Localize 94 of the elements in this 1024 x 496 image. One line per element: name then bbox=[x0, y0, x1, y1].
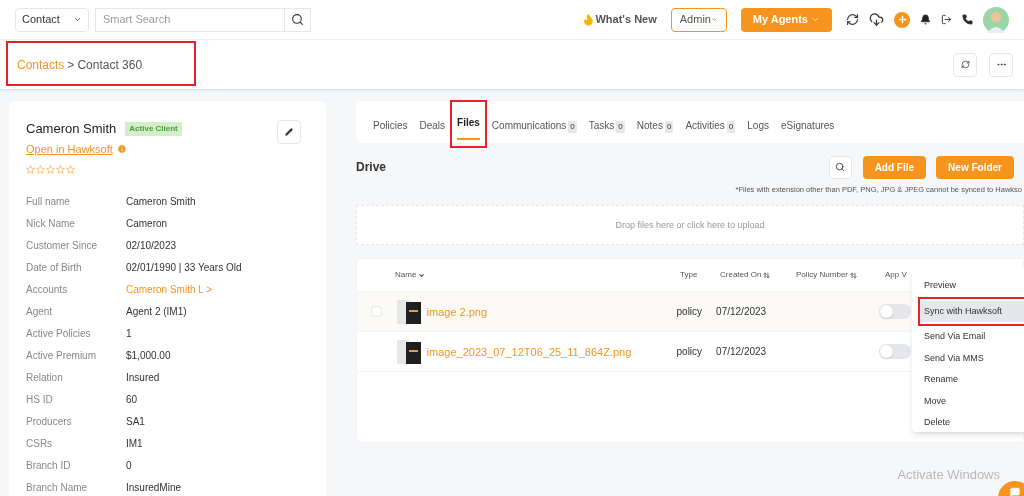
field-value: Cameron Smith bbox=[126, 194, 196, 209]
pencil-icon bbox=[285, 128, 293, 136]
search-field[interactable]: Smart Search bbox=[95, 7, 285, 32]
field-value: 60 bbox=[126, 392, 138, 407]
whats-new-link[interactable]: What's New bbox=[595, 11, 657, 28]
field-label: HS ID bbox=[26, 392, 54, 407]
menu-item[interactable]: Delete bbox=[912, 412, 1024, 434]
count-badge: 0 bbox=[726, 120, 736, 133]
refresh-icon bbox=[960, 60, 970, 69]
search-button[interactable] bbox=[828, 155, 852, 179]
file-thumbnail-icon bbox=[396, 298, 423, 325]
field-value: 1 bbox=[126, 326, 132, 341]
chevron-icon bbox=[811, 15, 820, 24]
field-value: Insured bbox=[126, 370, 160, 385]
table-cell-text: policy bbox=[676, 345, 704, 360]
tab[interactable]: Policies bbox=[373, 110, 408, 143]
tab[interactable]: Activities bbox=[685, 110, 725, 143]
chevron-icon bbox=[73, 15, 82, 24]
tab[interactable]: Deals bbox=[419, 110, 446, 143]
file-thumbnail-icon bbox=[396, 338, 423, 365]
menu-item[interactable]: Move bbox=[912, 390, 1024, 412]
role-select[interactable]: Admin bbox=[670, 7, 727, 32]
menu-item[interactable]: Rename bbox=[912, 369, 1024, 391]
search-icon bbox=[835, 162, 846, 172]
phone-icon[interactable] bbox=[962, 14, 973, 25]
refresh-button[interactable] bbox=[953, 52, 977, 77]
activation-notice: Activate Windows bbox=[897, 466, 1000, 485]
section-title: Drive bbox=[356, 159, 387, 176]
field-value: InsuredMine bbox=[126, 480, 182, 495]
count-badge: 0 bbox=[568, 120, 577, 133]
field-value: 02/10/2023 bbox=[126, 238, 177, 253]
field-label: Active Premium bbox=[26, 348, 97, 363]
field-value: SA1 bbox=[126, 414, 145, 429]
tab[interactable]: Files bbox=[457, 107, 480, 140]
bell-icon[interactable] bbox=[920, 14, 931, 25]
visibility-toggle[interactable] bbox=[879, 304, 911, 320]
edit-button[interactable] bbox=[277, 120, 301, 144]
file-row[interactable]: image 2.png policy 07/12/2023 bbox=[357, 292, 911, 333]
field-label: Branch Name bbox=[26, 480, 89, 495]
visibility-toggle[interactable] bbox=[879, 344, 911, 360]
count-badge: 0 bbox=[616, 120, 625, 133]
table-cell-text: 07/12/2023 bbox=[716, 305, 768, 320]
cloud-icon[interactable] bbox=[869, 12, 884, 27]
field-value: Agent 2 (IM1) bbox=[126, 304, 187, 319]
contact-name: Cameron Smith bbox=[26, 120, 117, 138]
plus-icon[interactable] bbox=[894, 11, 910, 28]
menu-item[interactable]: Send Via MMS bbox=[912, 347, 1024, 369]
refresh-icon[interactable] bbox=[846, 13, 859, 26]
tab[interactable]: Tasks bbox=[588, 110, 615, 143]
column-header[interactable]: Name bbox=[357, 269, 680, 282]
status-badge: Active Client bbox=[125, 121, 182, 136]
count-badge: 0 bbox=[664, 120, 674, 133]
breadcrumb-separator: > bbox=[67, 56, 75, 74]
field-value: 02/01/1990 | 33 Years Old bbox=[126, 260, 242, 275]
field-label: Accounts bbox=[26, 282, 69, 297]
table-cell-text: policy bbox=[676, 305, 704, 320]
search-button[interactable] bbox=[285, 7, 311, 32]
field-value: 0 bbox=[126, 458, 132, 473]
menu-item[interactable]: Preview bbox=[912, 275, 1024, 297]
field-label: Relation bbox=[26, 370, 64, 385]
column-header[interactable]: Policy Number bbox=[796, 269, 885, 282]
field-label: CSRs bbox=[26, 436, 54, 451]
info-icon bbox=[116, 143, 127, 154]
search-icon bbox=[291, 13, 304, 26]
sort-caret-icon bbox=[418, 271, 426, 279]
menu-item[interactable]: Send Via Email bbox=[912, 326, 1024, 348]
chat-icon bbox=[1010, 487, 1020, 496]
field-label: Branch ID bbox=[26, 458, 72, 473]
chevron-icon bbox=[710, 15, 718, 24]
field-label: Nick Name bbox=[26, 216, 76, 231]
module-select[interactable]: Contact bbox=[15, 7, 89, 32]
field-value: IM1 bbox=[126, 436, 143, 451]
menu-item[interactable]: Sync with Hawksoft bbox=[920, 300, 1024, 322]
tab[interactable]: Logs bbox=[747, 110, 769, 143]
tab[interactable]: Communications bbox=[491, 110, 567, 143]
breadcrumb-current: Contact 360 bbox=[77, 56, 143, 74]
field-label: Customer Since bbox=[26, 238, 99, 253]
logout-icon[interactable] bbox=[941, 14, 952, 25]
field-label: Active Policies bbox=[26, 326, 92, 341]
field-label: Producers bbox=[26, 414, 73, 429]
field-label: Agent bbox=[26, 304, 54, 319]
field-value: $1,000.00 bbox=[126, 348, 171, 363]
table-cell-text: 07/12/2023 bbox=[716, 345, 768, 360]
row-checkbox[interactable] bbox=[371, 306, 383, 318]
column-header[interactable]: Created On bbox=[720, 269, 796, 282]
column-header[interactable]: Type bbox=[680, 269, 720, 282]
field-label: Date of Birth bbox=[26, 260, 83, 275]
tab[interactable]: eSignatures bbox=[780, 110, 835, 143]
sort-icon bbox=[763, 271, 771, 279]
flame-icon bbox=[582, 13, 596, 26]
sort-icon bbox=[850, 271, 857, 279]
field-label: Full name bbox=[26, 194, 71, 209]
tab[interactable]: Notes bbox=[636, 110, 663, 143]
field-value: Cameron bbox=[126, 216, 168, 231]
